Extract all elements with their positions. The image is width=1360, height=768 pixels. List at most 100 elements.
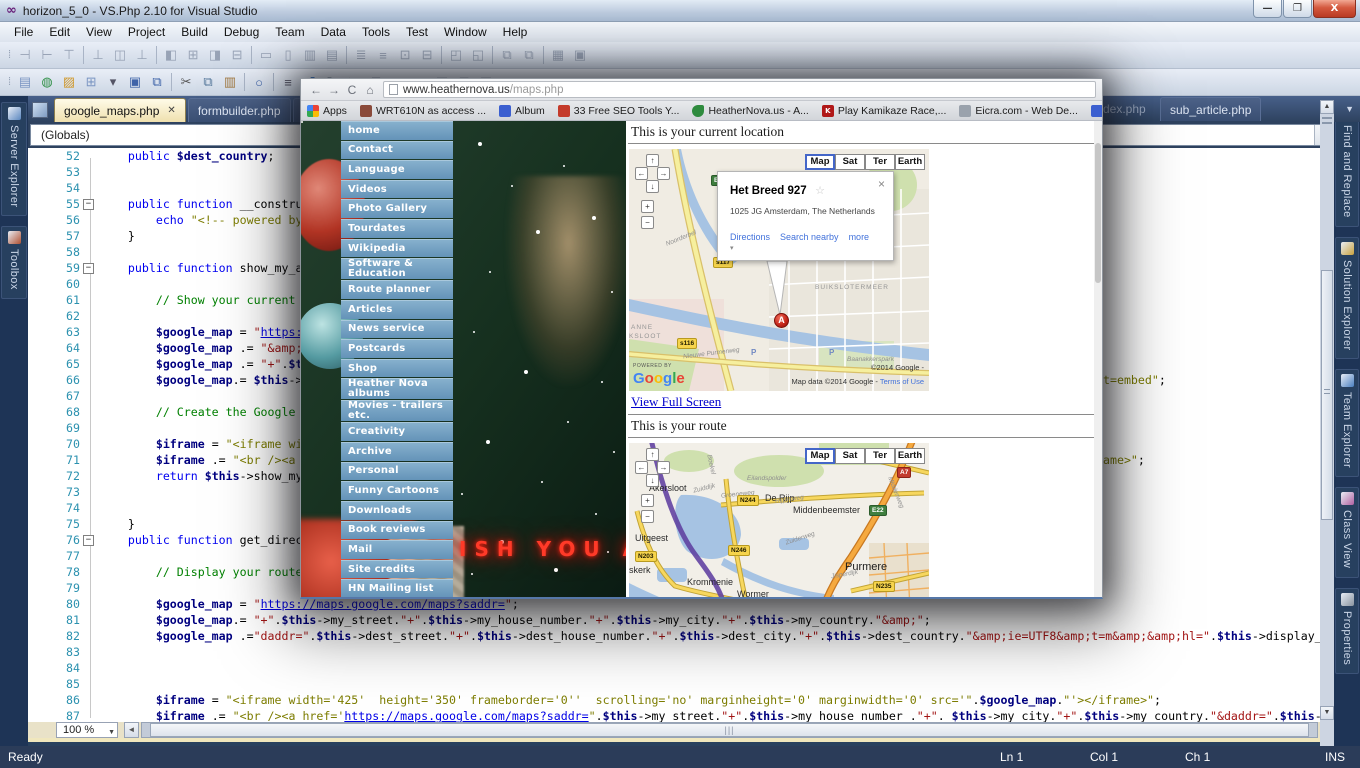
map-type-map[interactable]: Map	[805, 154, 835, 170]
view-full-screen-link[interactable]: View Full Screen	[631, 394, 721, 410]
pan-up-icon[interactable]: ↑	[646, 154, 659, 167]
save-all-icon[interactable]: ⧉	[146, 71, 168, 93]
bookmark-album[interactable]: Album	[1091, 105, 1102, 117]
site-menu-creativity[interactable]: Creativity	[341, 422, 453, 441]
minimize-button[interactable]: —	[1253, 0, 1282, 18]
home-icon[interactable]: ⌂	[361, 83, 379, 97]
splitter-handle[interactable]	[1322, 117, 1332, 124]
center-vertical-icon[interactable]: ◱	[467, 44, 489, 66]
tab-formbuilder-php[interactable]: formbuilder.php	[188, 98, 291, 122]
map-type-map[interactable]: Map	[805, 448, 835, 464]
current-location-map[interactable]: ↑←→↓+− MapSatTerEarth Het Breed 927 ☆ × …	[629, 149, 929, 391]
pan-left-icon[interactable]: ←	[635, 167, 648, 180]
site-menu-archive[interactable]: Archive	[341, 442, 453, 461]
panel-tab-toolbox[interactable]: Toolbox	[1, 226, 27, 299]
reload-icon[interactable]: C	[343, 83, 361, 97]
forward-icon[interactable]: →	[325, 83, 343, 97]
pan-down-icon[interactable]: ↓	[646, 474, 659, 487]
site-menu-movies-trailers-etc[interactable]: Movies - trailers etc.	[341, 400, 453, 421]
align-rights-icon[interactable]: ⊤	[58, 44, 80, 66]
scrollbar-thumb[interactable]: |||	[150, 723, 1309, 737]
hspace-increase-icon[interactable]: ▯	[277, 44, 299, 66]
find-icon[interactable]: ○	[248, 71, 270, 93]
tab-order-icon[interactable]: ▦	[547, 44, 569, 66]
page-scrollbar[interactable]	[1094, 121, 1102, 597]
tab-index-php[interactable]: dex.php	[1103, 102, 1146, 116]
close-button[interactable]: X	[1313, 0, 1356, 18]
align-centers-icon[interactable]: ⊢	[36, 44, 58, 66]
bookmark-play-kamikaze-race[interactable]: KPlay Kamikaze Race,...	[822, 105, 947, 117]
map-type-earth[interactable]: Earth	[895, 448, 925, 464]
search-nearby-link[interactable]: Search nearby	[780, 232, 839, 242]
code-line[interactable]: $iframe = "<iframe width='425' height='3…	[100, 692, 1161, 708]
show-grid-icon[interactable]: ▣	[569, 44, 591, 66]
scroll-down-icon[interactable]: ▼	[1320, 706, 1334, 720]
align-bottoms-icon[interactable]: ⊥	[131, 44, 153, 66]
menu-window[interactable]: Window	[436, 22, 495, 42]
zoom-in-icon[interactable]: +	[641, 200, 654, 213]
star-icon[interactable]: ☆	[815, 185, 825, 197]
popup-close-icon[interactable]: ×	[878, 177, 885, 191]
align-lefts-icon[interactable]: ⊣	[14, 44, 36, 66]
menu-team[interactable]: Team	[267, 22, 312, 42]
directions-link[interactable]: Directions	[730, 232, 770, 242]
code-line[interactable]: $google_map.= "+".$this->my_street."+".$…	[100, 612, 931, 628]
site-menu-site-credits[interactable]: Site credits	[341, 560, 453, 579]
vspace-increase-icon[interactable]: ≡	[372, 44, 394, 66]
new-file-icon[interactable]: ▤	[14, 71, 36, 93]
map-type-sat[interactable]: Sat	[835, 154, 865, 170]
panel-tab-solution-explorer[interactable]: Solution Explorer	[1335, 237, 1359, 360]
fold-marker-icon[interactable]: −	[83, 535, 94, 546]
menu-project[interactable]: Project	[120, 22, 173, 42]
panel-tab-team-explorer[interactable]: Team Explorer	[1335, 369, 1359, 477]
same-size-icon[interactable]: ◨	[204, 44, 226, 66]
site-menu-route-planner[interactable]: Route planner	[341, 280, 453, 299]
site-menu-videos[interactable]: Videos	[341, 180, 453, 199]
site-menu-mail[interactable]: Mail	[341, 540, 453, 559]
site-menu-postcards[interactable]: Postcards	[341, 339, 453, 358]
pan-right-icon[interactable]: →	[657, 167, 670, 180]
editor-vertical-scrollbar[interactable]: ▲ ▼	[1320, 100, 1334, 746]
map-type-sat[interactable]: Sat	[835, 448, 865, 464]
back-icon[interactable]: ←	[307, 83, 325, 97]
scrollbar-thumb[interactable]	[1095, 143, 1101, 283]
code-line[interactable]: $iframe .= "<br /><a href='https://maps.…	[100, 708, 1320, 722]
site-menu-news-service[interactable]: News service	[341, 320, 453, 339]
editor-horizontal-scrollbar[interactable]: |||	[141, 722, 1318, 738]
map-marker-a[interactable]: A	[774, 313, 789, 328]
copy-icon[interactable]: ⧉	[197, 71, 219, 93]
open-file-icon[interactable]: ▨	[58, 71, 80, 93]
fold-marker-icon[interactable]: −	[83, 263, 94, 274]
bring-to-front-icon[interactable]: ⧉	[496, 44, 518, 66]
restore-button[interactable]: ❐	[1283, 0, 1312, 18]
save-icon[interactable]: ▣	[124, 71, 146, 93]
toolbar-grip[interactable]: ⁞	[8, 49, 10, 61]
menu-debug[interactable]: Debug	[216, 22, 267, 42]
code-line[interactable]: }	[100, 516, 135, 532]
site-menu-personal[interactable]: Personal	[341, 462, 453, 481]
send-to-back-icon[interactable]: ⧉	[518, 44, 540, 66]
site-menu-photo-gallery[interactable]: Photo Gallery	[341, 199, 453, 218]
fold-marker-icon[interactable]: −	[83, 199, 94, 210]
zoom-out-icon[interactable]: −	[641, 510, 654, 523]
close-tab-icon[interactable]: ✕	[167, 105, 175, 116]
hspace-equal-icon[interactable]: ▭	[255, 44, 277, 66]
dropdown-icon[interactable]: ▾	[102, 71, 124, 93]
panel-tab-properties[interactable]: Properties	[1335, 588, 1359, 674]
menu-file[interactable]: File	[6, 22, 41, 42]
same-height-icon[interactable]: ⊟	[226, 44, 248, 66]
bookmark-heathernova-us-a[interactable]: HeatherNova.us - A...	[692, 105, 808, 117]
site-menu-home[interactable]: home	[341, 121, 453, 140]
align-middles-icon[interactable]: ◫	[109, 44, 131, 66]
tab-overflow-chevron-icon[interactable]: ▼	[1345, 104, 1354, 114]
bookmark-album[interactable]: Album	[499, 105, 545, 117]
new-project-icon[interactable]: ⊞	[80, 71, 102, 93]
site-menu-heather-nova-albums[interactable]: Heather Nova albums	[341, 378, 453, 399]
bookmark-wrt610n-as-access[interactable]: WRT610N as access ...	[360, 105, 486, 117]
indent-icon[interactable]: ≡	[277, 71, 299, 93]
zoom-in-icon[interactable]: +	[641, 494, 654, 507]
site-menu-hn-mailing-list[interactable]: HN Mailing list	[341, 579, 453, 597]
code-line[interactable]: public $dest_country;	[100, 148, 275, 164]
site-menu-downloads[interactable]: Downloads	[341, 501, 453, 520]
site-menu-wikipedia[interactable]: Wikipedia	[341, 239, 453, 258]
